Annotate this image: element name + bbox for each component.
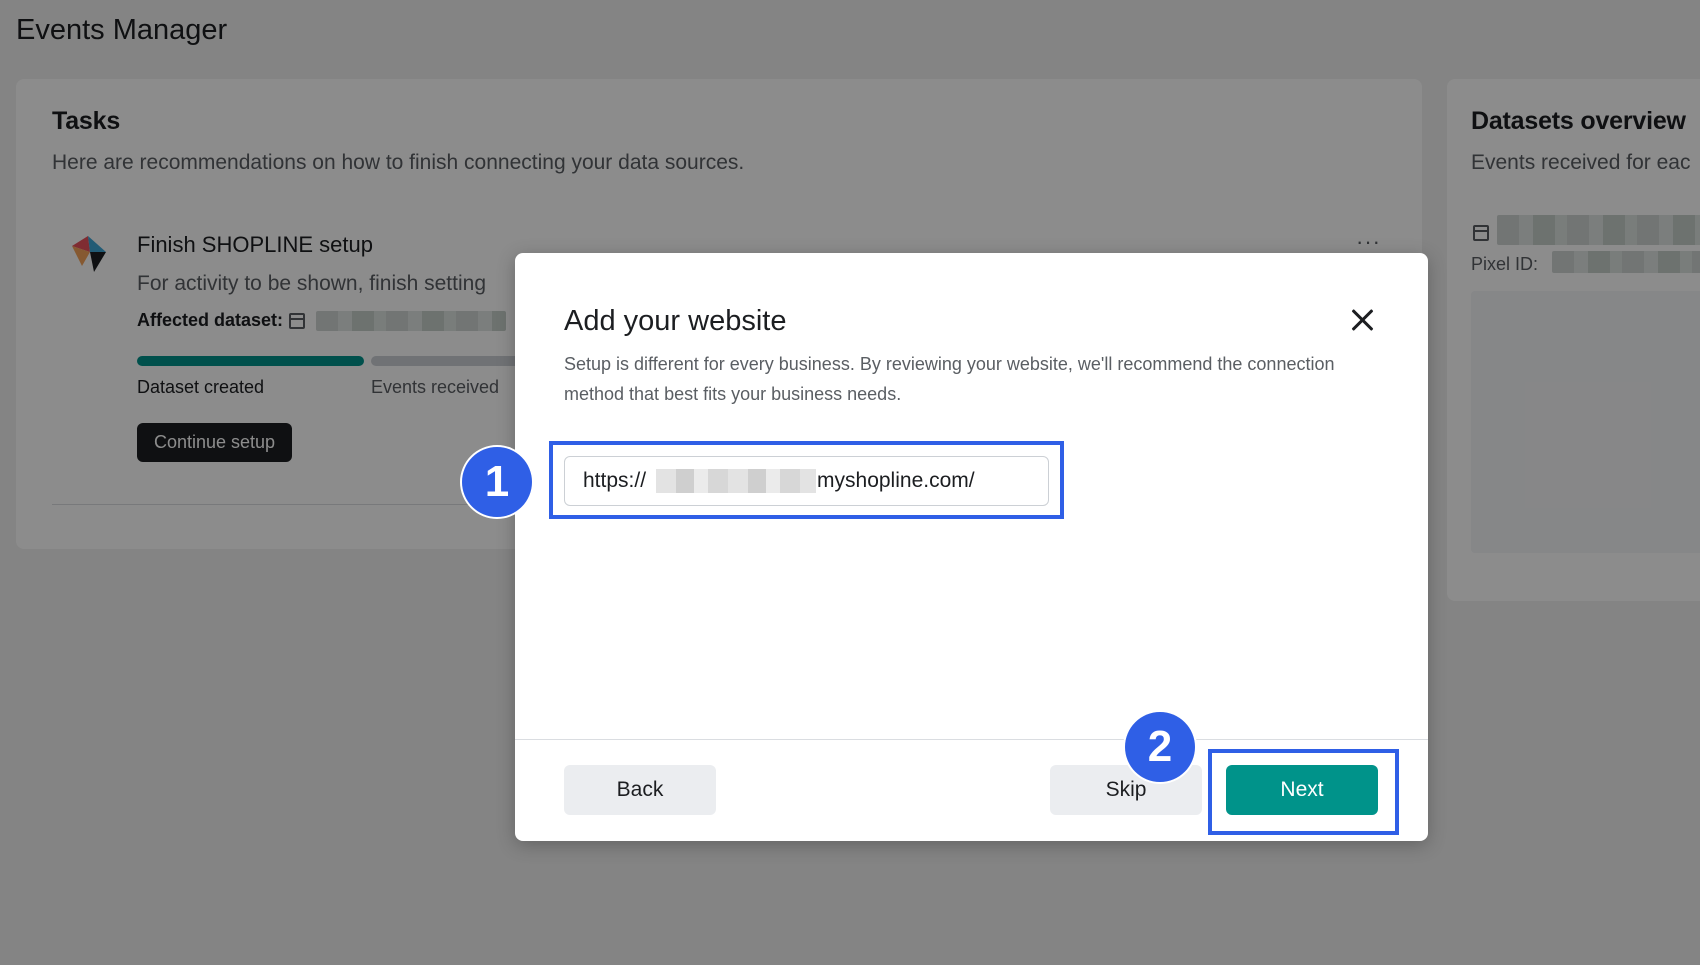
url-suffix: myshopline.com/ [817, 469, 975, 492]
website-url-input[interactable]: https:// myshopline.com/ [564, 456, 1049, 506]
dialog-description: Setup is different for every business. B… [564, 354, 1335, 404]
back-button[interactable]: Back [564, 765, 716, 815]
step-2-badge: 2 [1125, 712, 1195, 782]
dialog-title: Add your website [564, 305, 787, 337]
close-icon[interactable] [1347, 305, 1377, 335]
add-website-dialog: Add your website Setup is different for … [515, 253, 1428, 841]
dialog-footer-divider [515, 739, 1428, 740]
step-1-badge: 1 [462, 447, 532, 517]
url-subdomain-redacted [656, 469, 817, 493]
url-prefix: https:// [583, 469, 647, 492]
next-button[interactable]: Next [1226, 765, 1378, 815]
